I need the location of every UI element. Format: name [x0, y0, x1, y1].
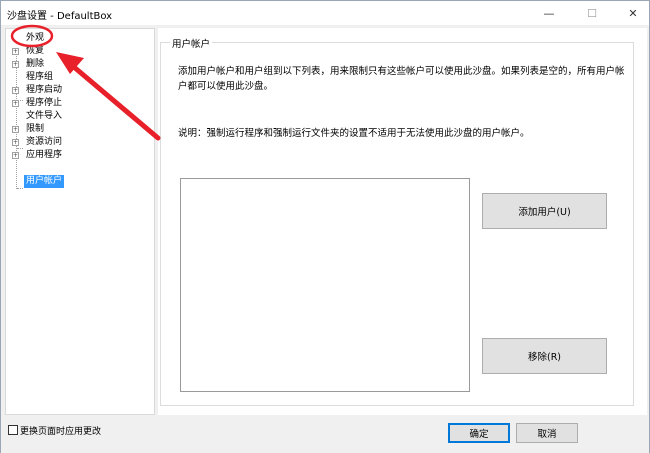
- expand-icon[interactable]: +: [12, 100, 19, 107]
- tree-item-label: 资源访问: [26, 137, 63, 147]
- tree-item-label: 程序组: [26, 72, 54, 82]
- tree-item-label: 限制: [26, 124, 45, 134]
- tree-item-label: 应用程序: [26, 150, 63, 160]
- expand-icon[interactable]: +: [12, 152, 19, 159]
- maximize-icon: ☐: [587, 6, 597, 20]
- cancel-button[interactable]: 取消: [516, 423, 578, 443]
- tree-item-label: 程序停止: [26, 98, 63, 108]
- expand-icon[interactable]: +: [12, 87, 19, 94]
- minimize-icon: —: [543, 6, 555, 20]
- expand-icon[interactable]: +: [12, 61, 19, 68]
- tree-item-label: 程序启动: [26, 85, 63, 95]
- close-icon: ✕: [628, 6, 638, 20]
- tree-item-label: 用户帐户: [24, 175, 65, 188]
- tree-item-label: 外观: [26, 33, 45, 43]
- remove-user-button[interactable]: 移除(R): [482, 338, 607, 374]
- expand-icon[interactable]: +: [12, 139, 19, 146]
- minimize-button[interactable]: —: [529, 1, 569, 25]
- tree-item-label: 删除: [26, 59, 45, 69]
- tree-guide-line: [16, 49, 17, 189]
- title-bar[interactable]: 沙盘设置 - DefaultBox — ☐ ✕: [1, 1, 649, 25]
- tree-item-label: 恢复: [26, 46, 45, 56]
- tree-branch-line: [17, 188, 23, 189]
- close-button[interactable]: ✕: [613, 1, 650, 25]
- tree-branch-line: [17, 148, 23, 149]
- user-list[interactable]: [180, 178, 470, 392]
- ok-button[interactable]: 确定: [448, 423, 510, 443]
- description-text: 添加用户帐户和用户组到以下列表，用来限制只有这些帐户可以使用此沙盘。如果列表是空…: [178, 66, 625, 92]
- add-user-button[interactable]: 添加用户(U): [482, 193, 607, 229]
- checkbox-label[interactable]: 更换页面时应用更改: [20, 424, 101, 437]
- maximize-button[interactable]: ☐: [572, 1, 612, 25]
- expand-icon[interactable]: +: [12, 126, 19, 133]
- tree-item-label: 文件导入: [26, 111, 63, 121]
- window-title: 沙盘设置 - DefaultBox: [7, 11, 113, 22]
- bottom-bar: 更换页面时应用更改 确定 取消: [1, 415, 649, 453]
- sandbox-settings-window: 沙盘设置 - DefaultBox — ☐ ✕ 外观 + 恢复 + 删除 程序组…: [0, 0, 650, 453]
- note-text: 说明：强制运行程序和强制运行文件夹的设置不适用于无法使用此沙盘的用户帐户。: [178, 128, 530, 139]
- settings-tree[interactable]: 外观 + 恢复 + 删除 程序组 + 程序启动 + 程序停止 文件导入 + 限制…: [5, 28, 155, 415]
- content-pane: 用户帐户 添加用户帐户和用户组到以下列表，用来限制只有这些帐户可以使用此沙盘。如…: [158, 28, 647, 415]
- group-title: 用户帐户: [170, 36, 213, 50]
- expand-icon[interactable]: +: [12, 48, 19, 55]
- apply-on-page-change-checkbox[interactable]: [8, 425, 18, 435]
